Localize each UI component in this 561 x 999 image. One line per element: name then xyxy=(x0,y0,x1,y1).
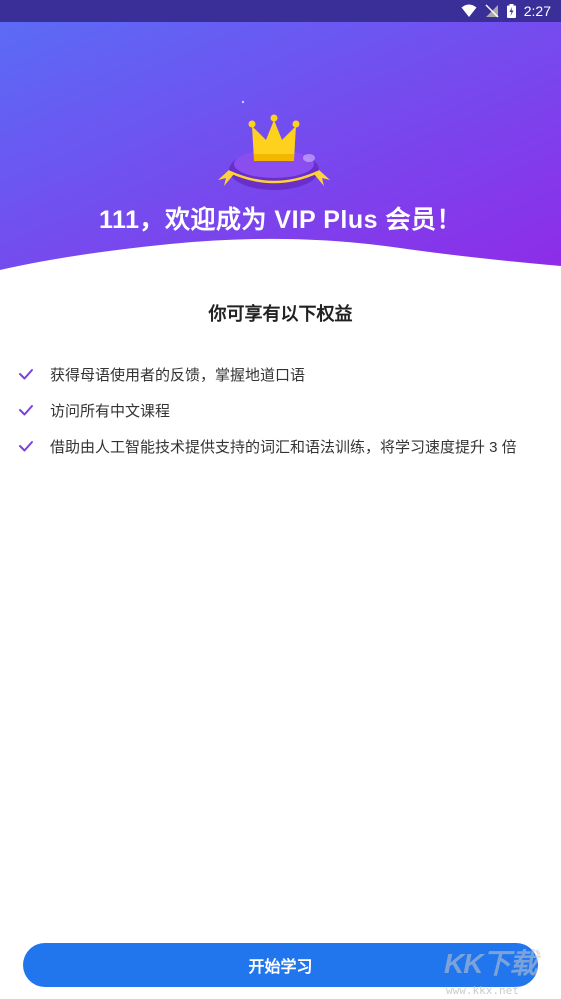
benefits-heading: 你可享有以下权益 xyxy=(208,304,353,324)
status-time: 2:27 xyxy=(523,3,551,19)
hero-banner: 111，欢迎成为 VIP Plus 会员！ xyxy=(0,22,561,272)
start-learning-button[interactable]: 开始学习 xyxy=(23,943,538,987)
check-icon xyxy=(18,438,34,454)
hero-title: 111，欢迎成为 VIP Plus 会员！ xyxy=(99,206,462,234)
benefit-label: 获得母语使用者的反馈，掌握地道口语 xyxy=(50,366,306,384)
benefit-label: 访问所有中文课程 xyxy=(50,402,171,420)
crown-on-pillow-icon xyxy=(214,110,334,210)
list-item: 获得母语使用者的反馈，掌握地道口语 xyxy=(18,356,548,392)
status-bar: 2:27 xyxy=(0,0,561,22)
check-icon xyxy=(18,402,34,418)
list-item: 访问所有中文课程 xyxy=(18,392,548,428)
list-item: 借助由人工智能技术提供支持的词汇和语法训练，将学习速度提升 3 倍 xyxy=(18,428,548,464)
benefit-label: 借助由人工智能技术提供支持的词汇和语法训练，将学习速度提升 3 倍 xyxy=(50,438,517,456)
benefits-list: 获得母语使用者的反馈，掌握地道口语 访问所有中文课程 借助由人工智能技术提供支持… xyxy=(18,356,548,464)
no-signal-icon xyxy=(485,4,499,18)
battery-charging-icon xyxy=(506,4,516,18)
wifi-icon xyxy=(461,4,477,18)
check-icon xyxy=(18,366,34,382)
